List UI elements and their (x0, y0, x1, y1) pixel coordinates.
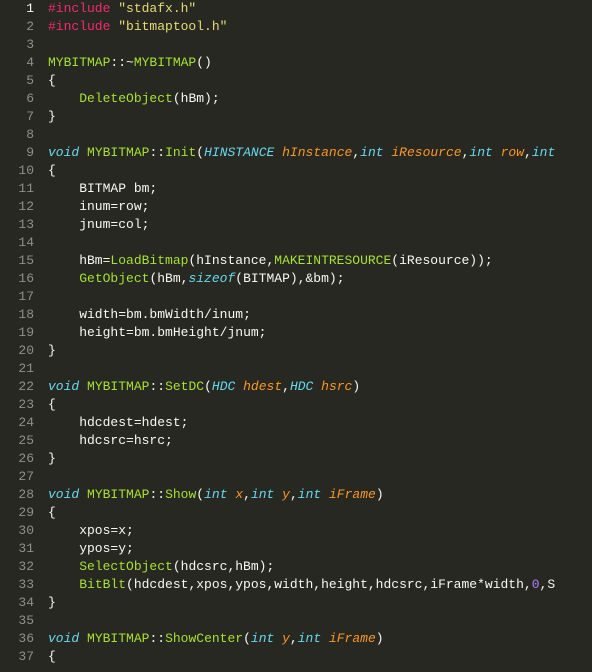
code-line[interactable]: hdcsrc=hsrc; (48, 432, 592, 450)
code-line[interactable]: jnum=col; (48, 216, 592, 234)
line-number: 31 (6, 540, 34, 558)
line-number: 11 (6, 180, 34, 198)
code-line[interactable]: BITMAP bm; (48, 180, 592, 198)
line-number: 9 (6, 144, 34, 162)
line-number: 3 (6, 36, 34, 54)
code-line[interactable] (48, 36, 592, 54)
code-line[interactable]: { (48, 72, 592, 90)
code-line[interactable] (48, 360, 592, 378)
code-line[interactable]: } (48, 594, 592, 612)
code-line[interactable]: } (48, 108, 592, 126)
code-line[interactable]: #include "bitmaptool.h" (48, 18, 592, 36)
code-line[interactable] (48, 612, 592, 630)
line-number: 4 (6, 54, 34, 72)
line-number: 20 (6, 342, 34, 360)
line-number: 10 (6, 162, 34, 180)
line-number: 5 (6, 72, 34, 90)
code-line[interactable]: { (48, 504, 592, 522)
line-number: 35 (6, 612, 34, 630)
line-number: 33 (6, 576, 34, 594)
line-number: 29 (6, 504, 34, 522)
line-number: 19 (6, 324, 34, 342)
line-number: 34 (6, 594, 34, 612)
line-number: 23 (6, 396, 34, 414)
code-line[interactable]: height=bm.bmHeight/jnum; (48, 324, 592, 342)
line-number: 7 (6, 108, 34, 126)
code-line[interactable]: BitBlt(hdcdest,xpos,ypos,width,height,hd… (48, 576, 592, 594)
code-line[interactable] (48, 234, 592, 252)
code-line[interactable]: { (48, 648, 592, 666)
line-number: 37 (6, 648, 34, 666)
line-number: 30 (6, 522, 34, 540)
code-line[interactable]: #include "stdafx.h" (48, 0, 592, 18)
code-line[interactable] (48, 468, 592, 486)
code-line[interactable]: { (48, 396, 592, 414)
code-line[interactable]: hBm=LoadBitmap(hInstance,MAKEINTRESOURCE… (48, 252, 592, 270)
line-number: 8 (6, 126, 34, 144)
code-area[interactable]: #include "stdafx.h"#include "bitmaptool.… (44, 0, 592, 672)
code-line[interactable]: void MYBITMAP::Show(int x,int y,int iFra… (48, 486, 592, 504)
line-number: 18 (6, 306, 34, 324)
code-line[interactable]: DeleteObject(hBm); (48, 90, 592, 108)
line-number: 27 (6, 468, 34, 486)
code-line[interactable]: SelectObject(hdcsrc,hBm); (48, 558, 592, 576)
line-number: 14 (6, 234, 34, 252)
code-line[interactable]: ypos=y; (48, 540, 592, 558)
line-number: 26 (6, 450, 34, 468)
code-line[interactable]: { (48, 162, 592, 180)
line-number: 17 (6, 288, 34, 306)
code-line[interactable]: void MYBITMAP::Init(HINSTANCE hInstance,… (48, 144, 592, 162)
code-line[interactable]: void MYBITMAP::SetDC(HDC hdest,HDC hsrc) (48, 378, 592, 396)
code-line[interactable]: } (48, 450, 592, 468)
code-line[interactable]: } (48, 342, 592, 360)
code-line[interactable] (48, 288, 592, 306)
line-number: 13 (6, 216, 34, 234)
code-line[interactable]: hdcdest=hdest; (48, 414, 592, 432)
code-line[interactable]: xpos=x; (48, 522, 592, 540)
line-number: 24 (6, 414, 34, 432)
code-line[interactable]: inum=row; (48, 198, 592, 216)
code-line[interactable] (48, 126, 592, 144)
line-number: 1 (6, 0, 34, 18)
line-number-gutter: 1234567891011121314151617181920212223242… (0, 0, 44, 672)
line-number: 32 (6, 558, 34, 576)
code-line[interactable]: width=bm.bmWidth/inum; (48, 306, 592, 324)
line-number: 6 (6, 90, 34, 108)
code-line[interactable]: MYBITMAP::~MYBITMAP() (48, 54, 592, 72)
line-number: 22 (6, 378, 34, 396)
code-editor[interactable]: 1234567891011121314151617181920212223242… (0, 0, 592, 672)
line-number: 12 (6, 198, 34, 216)
line-number: 28 (6, 486, 34, 504)
line-number: 2 (6, 18, 34, 36)
line-number: 36 (6, 630, 34, 648)
line-number: 25 (6, 432, 34, 450)
line-number: 21 (6, 360, 34, 378)
code-line[interactable]: GetObject(hBm,sizeof(BITMAP),&bm); (48, 270, 592, 288)
line-number: 15 (6, 252, 34, 270)
code-line[interactable]: void MYBITMAP::ShowCenter(int y,int iFra… (48, 630, 592, 648)
line-number: 16 (6, 270, 34, 288)
